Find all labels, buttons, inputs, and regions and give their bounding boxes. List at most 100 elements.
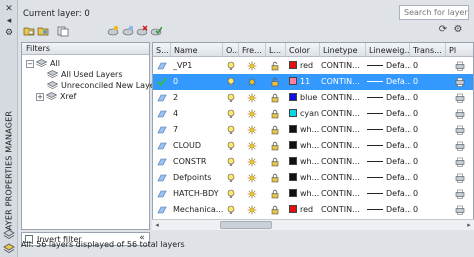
- col-on[interactable]: O...: [223, 43, 239, 57]
- sun-thaw-icon[interactable]: [247, 189, 257, 199]
- lightbulb-on-icon[interactable]: [226, 157, 236, 167]
- color-swatch[interactable]: [289, 189, 297, 197]
- set-current-icon[interactable]: [150, 25, 162, 37]
- lightbulb-on-icon[interactable]: [226, 61, 236, 71]
- plot-printer-icon[interactable]: [455, 77, 465, 87]
- scroll-thumb[interactable]: [220, 221, 272, 229]
- sun-thaw-icon[interactable]: [247, 125, 257, 135]
- layer-status-icon[interactable]: [157, 125, 167, 135]
- plot-printer-icon[interactable]: [455, 205, 465, 215]
- lock-icon[interactable]: [270, 141, 280, 151]
- color-swatch[interactable]: [289, 141, 297, 149]
- collapse-toggle[interactable]: −: [26, 59, 34, 68]
- col-lock[interactable]: L...: [266, 43, 286, 57]
- scroll-left-icon[interactable]: ◂: [152, 220, 162, 230]
- sun-thaw-icon[interactable]: [247, 173, 257, 183]
- layer-status-icon[interactable]: [157, 141, 167, 151]
- plot-printer-icon[interactable]: [455, 93, 465, 103]
- plot-printer-icon[interactable]: [455, 109, 465, 119]
- new-layer-vp-frozen-icon[interactable]: [122, 25, 134, 37]
- layer-sheets-icon[interactable]: [3, 242, 15, 254]
- sun-thaw-icon[interactable]: [247, 141, 257, 151]
- col-transparency[interactable]: Trans...: [410, 43, 446, 57]
- lock-icon[interactable]: [270, 157, 280, 167]
- layer-row[interactable]: 4 cyan CONTIN... Defa... 0: [153, 106, 473, 122]
- lightbulb-on-icon[interactable]: [226, 173, 236, 183]
- layer-status-icon[interactable]: [157, 157, 167, 167]
- scroll-right-icon[interactable]: ▸: [464, 220, 474, 230]
- sun-thaw-icon[interactable]: [247, 109, 257, 119]
- col-linetype[interactable]: Linetype: [320, 43, 366, 57]
- plot-printer-icon[interactable]: [455, 157, 465, 167]
- color-swatch[interactable]: [289, 125, 297, 133]
- properties-menu-icon[interactable]: ⚙: [3, 27, 15, 39]
- layer-row[interactable]: HATCH-BDY wh... CONTIN... Defa... 0: [153, 186, 473, 202]
- sun-thaw-icon[interactable]: [247, 93, 257, 103]
- color-swatch[interactable]: [289, 109, 297, 117]
- palette-title-bar[interactable]: ✕ ◂ ⚙ LAYER PROPERTIES MANAGER: [0, 0, 18, 257]
- new-property-filter-icon[interactable]: [23, 25, 35, 37]
- layer-row[interactable]: Mechanica... red CONTIN... Defa...0: [153, 202, 473, 218]
- plot-printer-icon[interactable]: [455, 173, 465, 183]
- layer-row[interactable]: _VP1 red CONTIN... Defa... 0: [153, 58, 473, 74]
- layer-status-icon[interactable]: [157, 173, 167, 183]
- sun-thaw-icon[interactable]: [247, 157, 257, 167]
- layer-row[interactable]: 7 wh... CONTIN... Defa... 0: [153, 122, 473, 138]
- col-lineweight[interactable]: Lineweig...: [366, 43, 410, 57]
- layer-row[interactable]: 0 11 CONTIN... Defa... 0: [153, 74, 473, 90]
- lightbulb-on-icon[interactable]: [226, 109, 236, 119]
- lock-icon[interactable]: [270, 109, 280, 119]
- color-swatch[interactable]: [289, 77, 297, 85]
- sun-thaw-icon[interactable]: [247, 77, 257, 87]
- unlock-icon[interactable]: [270, 61, 280, 71]
- layer-row[interactable]: CONSTR wh... CONTIN... Defa... 0: [153, 154, 473, 170]
- sun-thaw-icon[interactable]: [247, 61, 257, 71]
- expand-toggle[interactable]: +: [36, 92, 44, 101]
- layer-status-icon[interactable]: [157, 61, 167, 71]
- lightbulb-on-icon[interactable]: [226, 93, 236, 103]
- col-name[interactable]: Name: [171, 43, 223, 57]
- layer-status-icon[interactable]: [157, 109, 167, 119]
- col-plot[interactable]: Pl: [446, 43, 473, 57]
- auto-hide-icon[interactable]: ◂: [3, 15, 15, 27]
- col-color[interactable]: Color: [286, 43, 320, 57]
- lock-icon[interactable]: [270, 125, 280, 135]
- color-swatch[interactable]: [289, 173, 297, 181]
- new-group-filter-icon[interactable]: [37, 25, 49, 37]
- col-freeze[interactable]: Fre...: [239, 43, 266, 57]
- col-status[interactable]: S...: [153, 43, 171, 57]
- layer-row[interactable]: 2 blue CONTIN... Defa... 0: [153, 90, 473, 106]
- lightbulb-on-icon[interactable]: [226, 125, 236, 135]
- lightbulb-on-icon[interactable]: [226, 141, 236, 151]
- lightbulb-on-icon[interactable]: [226, 205, 236, 215]
- layer-row[interactable]: CLOUD wh... CONTIN... Defa... 0: [153, 138, 473, 154]
- filter-unreconciled-new-layers[interactable]: Unreconciled New Layers: [47, 81, 162, 90]
- layer-states-manager-icon[interactable]: [57, 25, 69, 37]
- color-swatch[interactable]: [289, 93, 297, 101]
- layer-status-icon[interactable]: [157, 189, 167, 199]
- lock-icon[interactable]: [270, 205, 280, 215]
- color-swatch[interactable]: [289, 157, 297, 165]
- new-layer-icon[interactable]: [107, 25, 119, 37]
- plot-printer-icon[interactable]: [455, 189, 465, 199]
- delete-layer-icon[interactable]: [136, 25, 148, 37]
- layer-row[interactable]: Defpoints wh... CONTIN... Defa... 0: [153, 170, 473, 186]
- lock-icon[interactable]: [270, 173, 280, 183]
- layer-status-icon[interactable]: [157, 93, 167, 103]
- current-layer-check-icon[interactable]: [157, 77, 167, 87]
- layer-stack-icon[interactable]: [3, 229, 15, 241]
- plot-printer-icon[interactable]: [455, 125, 465, 135]
- search-layer-input[interactable]: Search for layer: [399, 5, 469, 20]
- horizontal-scrollbar[interactable]: ◂ ▸: [152, 219, 474, 230]
- filter-all-used-layers[interactable]: All Used Layers: [47, 70, 123, 79]
- filter-all[interactable]: − All: [26, 59, 60, 68]
- layer-status-icon[interactable]: [157, 205, 167, 215]
- lightbulb-on-icon[interactable]: [226, 189, 236, 199]
- unlock-icon[interactable]: [270, 77, 280, 87]
- lock-icon[interactable]: [270, 189, 280, 199]
- filter-xref[interactable]: + Xref: [36, 92, 76, 101]
- lightbulb-on-icon[interactable]: [226, 77, 236, 87]
- plot-printer-icon[interactable]: [455, 61, 465, 71]
- color-swatch[interactable]: [289, 205, 297, 213]
- close-icon[interactable]: ✕: [3, 3, 15, 15]
